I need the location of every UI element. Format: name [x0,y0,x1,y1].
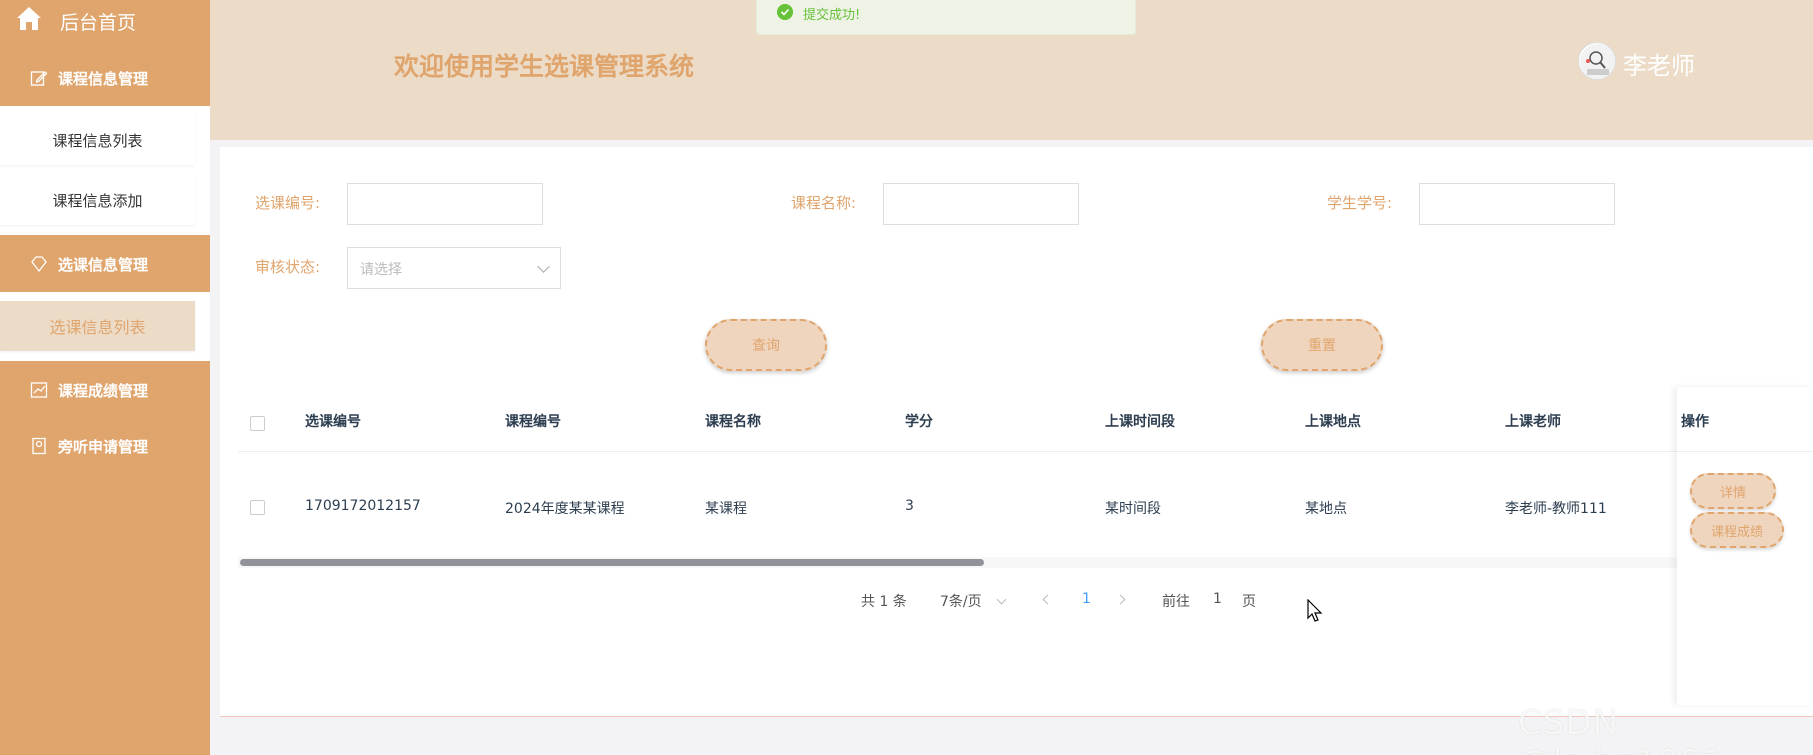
pagination-total: 共 1 条 [861,594,907,610]
menu-group-label: 旁听申请管理 [58,438,149,456]
column-header: 学分 [905,414,933,430]
pagination-goto-input[interactable]: 1 [1213,591,1222,607]
xuanke-no-input[interactable] [347,183,543,225]
chevron-left-icon[interactable] [1042,594,1053,605]
check-circle-icon [777,4,793,20]
user-avatar-icon [1580,44,1615,79]
page-title: 欢迎使用学生选课管理系统 [394,52,695,81]
chart-icon [30,382,48,398]
mouse-cursor-icon [1307,599,1323,622]
menu-group-label: 课程成绩管理 [58,382,149,400]
username[interactable]: 李老师 [1623,46,1695,81]
menu-group-xuanke-info[interactable]: 选课信息管理 [0,240,210,288]
menu-group-label: 课程信息管理 [58,70,149,88]
badge-icon [32,437,46,455]
sidebar-item-course-list[interactable]: 课程信息列表 [0,115,195,165]
menu-group-course-info[interactable]: 课程信息管理 [0,54,210,102]
status-select-placeholder: 请选择 [360,262,402,278]
chevron-down-icon[interactable] [996,594,1007,605]
column-header: 上课时间段 [1105,414,1175,430]
sidebar-item-course-add[interactable]: 课程信息添加 [0,175,195,225]
row-checkbox[interactable] [250,500,265,515]
xuanke-no-label: 选课编号: [255,194,321,212]
column-header: 选课编号 [305,414,361,430]
cell-xuanke-no: 1709172012157 [305,498,421,514]
cell-place: 某地点 [1305,501,1347,517]
main-panel: 选课编号: 课程名称: 学生学号: 审核状态: 请选择 查询 重置 选课编号 课… [220,147,1813,717]
menu-group-label: 选课信息管理 [58,256,149,274]
cell-course-name: 某课程 [705,501,747,517]
pagination-goto-suffix: 页 [1242,594,1256,610]
cell-credit: 3 [905,498,914,514]
column-header: 上课老师 [1505,414,1561,430]
column-header: 上课地点 [1305,414,1361,430]
status-label: 审核状态: [255,258,321,276]
reset-button[interactable]: 重置 [1261,319,1383,371]
student-no-label: 学生学号: [1327,194,1393,212]
sidebar-home-label: 后台首页 [60,12,137,34]
chevron-down-icon [537,260,550,273]
sidebar-home[interactable]: 后台首页 [0,0,210,40]
chevron-right-icon[interactable] [1115,594,1126,605]
sidebar-item-label: 课程信息列表 [52,131,143,150]
menu-group-score[interactable]: 课程成绩管理 [0,366,210,414]
course-name-label: 课程名称: [791,194,857,212]
column-header: 课程编号 [505,414,561,430]
success-toast: 提交成功! [756,0,1136,35]
column-header: 课程名称 [705,414,761,430]
cell-teacher: 李老师-教师111 [1505,501,1607,517]
avatar[interactable] [1578,42,1616,80]
column-header: 操作 [1681,414,1709,430]
menu-group-audit[interactable]: 旁听申请管理 [0,422,210,470]
operation-column: 操作 详情 课程成绩 [1677,387,1813,705]
sidebar-item-label: 选课信息列表 [49,318,146,337]
sidebar-item-xuanke-list[interactable]: 选课信息列表 [0,301,195,351]
status-select[interactable]: 请选择 [347,247,561,289]
watermark: CSDN @kybs1991 [1518,703,1724,755]
student-no-input[interactable] [1419,183,1615,225]
table-scrollbar[interactable] [240,559,984,566]
sidebar-item-label: 课程信息添加 [52,191,143,210]
toast-message: 提交成功! [803,8,861,23]
pagination-page-size[interactable]: 7条/页 [940,591,982,611]
header-divider [238,451,1693,452]
edit-icon [30,71,48,86]
diamond-icon [31,256,47,273]
course-score-button[interactable]: 课程成绩 [1690,512,1784,548]
select-all-checkbox[interactable] [250,416,265,431]
home-icon [17,7,41,30]
cell-time: 某时间段 [1105,501,1161,517]
query-button[interactable]: 查询 [705,319,827,371]
header-divider [1677,451,1813,452]
detail-button[interactable]: 详情 [1690,473,1776,509]
cell-course-no: 2024年度某某课程 [505,501,625,517]
pagination-current-page[interactable]: 1 [1082,591,1091,607]
pagination-goto-prefix: 前往 [1162,594,1190,610]
course-name-input[interactable] [883,183,1079,225]
sidebar: 后台首页 课程信息管理 课程信息列表 课程信息添加 选课信息管理 选课信息列表 … [0,0,210,755]
